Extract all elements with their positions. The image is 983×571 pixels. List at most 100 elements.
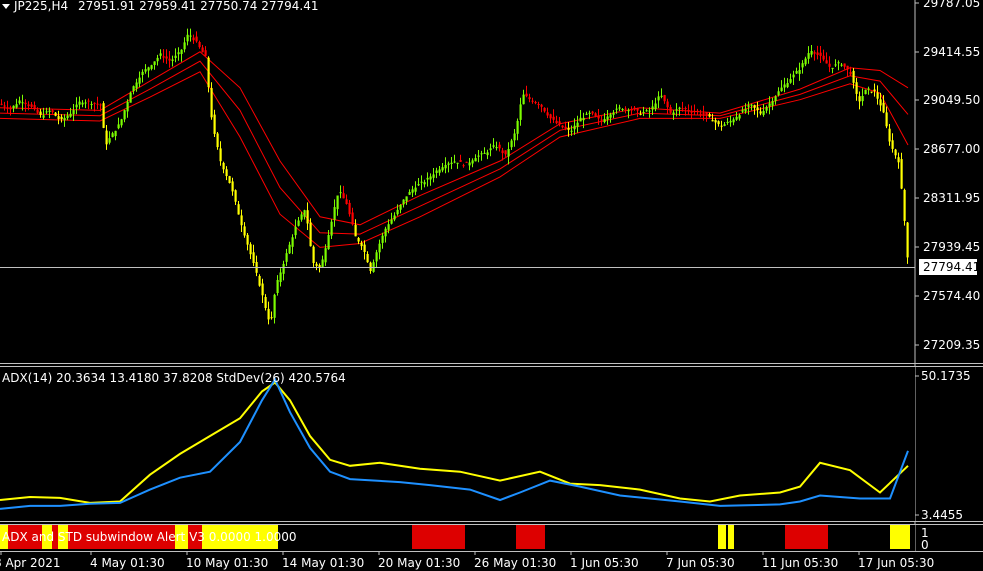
candle-body xyxy=(759,111,762,114)
candle-body xyxy=(393,215,396,220)
candle-body xyxy=(873,89,876,91)
candle-body xyxy=(492,145,495,147)
candle-body xyxy=(30,104,33,107)
time-axis: 8 Apr 2021 4 May 01:30 10 May 01:30 14 May … xyxy=(0,551,934,570)
candle-body xyxy=(207,57,210,88)
candle-body xyxy=(270,317,273,319)
candle-body xyxy=(78,101,81,105)
symbol-label[interactable]: JP225,H4 xyxy=(13,0,68,13)
candle-body xyxy=(741,110,744,112)
candle-body xyxy=(504,150,507,155)
candle-body xyxy=(798,70,801,74)
candle-body xyxy=(447,163,450,165)
candle-body xyxy=(123,110,126,120)
candle-body xyxy=(6,107,9,109)
candle-body xyxy=(804,58,807,65)
candle-body xyxy=(369,262,372,271)
alert-bar xyxy=(728,525,734,549)
candle-body xyxy=(351,212,354,225)
trading-chart[interactable]: 27794.41 JP225,H4 27951.91 27959.41 2775… xyxy=(0,0,983,571)
candle-body xyxy=(324,248,327,263)
candle-body xyxy=(888,128,891,142)
candle-body xyxy=(672,112,675,115)
candle-body xyxy=(897,157,900,163)
candle-body xyxy=(186,34,189,42)
candle-body xyxy=(129,92,132,103)
candle-body xyxy=(60,116,63,119)
candle-body xyxy=(561,125,564,128)
candle-body xyxy=(75,104,78,108)
alert-bar xyxy=(516,525,545,549)
candle-body xyxy=(699,113,702,115)
candle-body xyxy=(114,130,117,137)
candle-body xyxy=(591,111,594,114)
candle-body xyxy=(618,107,621,109)
candle-body xyxy=(825,60,828,64)
adx-pane[interactable] xyxy=(0,367,915,521)
candle-body xyxy=(387,224,390,230)
candle-body xyxy=(453,161,456,163)
candle-body xyxy=(36,109,39,113)
candle-body xyxy=(894,149,897,156)
candle-body xyxy=(165,56,168,59)
price-tick-label: 27209.35 xyxy=(923,338,980,352)
candle-body xyxy=(579,117,582,122)
candle-body xyxy=(720,125,723,127)
candle-body xyxy=(48,110,51,112)
candle-body xyxy=(906,222,909,258)
price-tick-label: 27939.45 xyxy=(923,240,980,254)
alert-axis-bottom: 0 xyxy=(921,538,929,552)
candle-body xyxy=(711,120,714,122)
candle-body xyxy=(378,243,381,253)
candle-body xyxy=(135,82,138,89)
candle-body xyxy=(519,104,522,120)
candle-body xyxy=(141,71,144,75)
candle-body xyxy=(771,101,774,106)
candle-body xyxy=(330,221,333,236)
time-tick-label: 14 May 01:30 xyxy=(282,556,364,570)
candle-body xyxy=(438,169,441,173)
candle-body xyxy=(24,102,27,105)
candle-body xyxy=(723,124,726,126)
price-tick-label: 29414.55 xyxy=(923,45,980,59)
candle-body xyxy=(237,204,240,215)
candle-body xyxy=(870,91,873,93)
candle-body xyxy=(879,99,882,106)
candle-body xyxy=(510,140,513,148)
candle-body xyxy=(627,110,630,112)
candle-body xyxy=(444,165,447,169)
time-tick-label: 8 Apr 2021 xyxy=(0,556,61,570)
candle-body xyxy=(42,115,45,118)
candle-body xyxy=(120,119,123,126)
candle-body xyxy=(45,111,48,113)
candle-body xyxy=(606,116,609,120)
candle-body xyxy=(321,259,324,268)
candle-body xyxy=(252,252,255,263)
candle-body xyxy=(717,121,720,125)
candle-body xyxy=(855,82,858,94)
candle-body xyxy=(228,176,231,183)
candle-body xyxy=(657,96,660,101)
candle-body xyxy=(546,112,549,116)
candle-body xyxy=(615,108,618,110)
candle-body xyxy=(300,214,303,220)
candle-body xyxy=(537,104,540,105)
candle-body xyxy=(315,263,318,266)
candle-body xyxy=(822,55,825,60)
price-tick-label: 29787.05 xyxy=(923,0,980,10)
candle-body xyxy=(171,59,174,61)
candle-body xyxy=(660,95,663,97)
candle-body xyxy=(72,110,75,115)
candle-body xyxy=(633,107,636,110)
candle-body xyxy=(891,140,894,149)
candle-body xyxy=(834,64,837,66)
candle-body xyxy=(489,148,492,151)
candle-body xyxy=(573,125,576,130)
candle-body xyxy=(690,111,693,113)
candle-body xyxy=(795,71,798,74)
candle-body xyxy=(192,37,195,41)
candle-body xyxy=(405,196,408,202)
price-pane[interactable] xyxy=(0,0,915,362)
alert-bar xyxy=(718,525,726,549)
candle-body xyxy=(150,65,153,69)
